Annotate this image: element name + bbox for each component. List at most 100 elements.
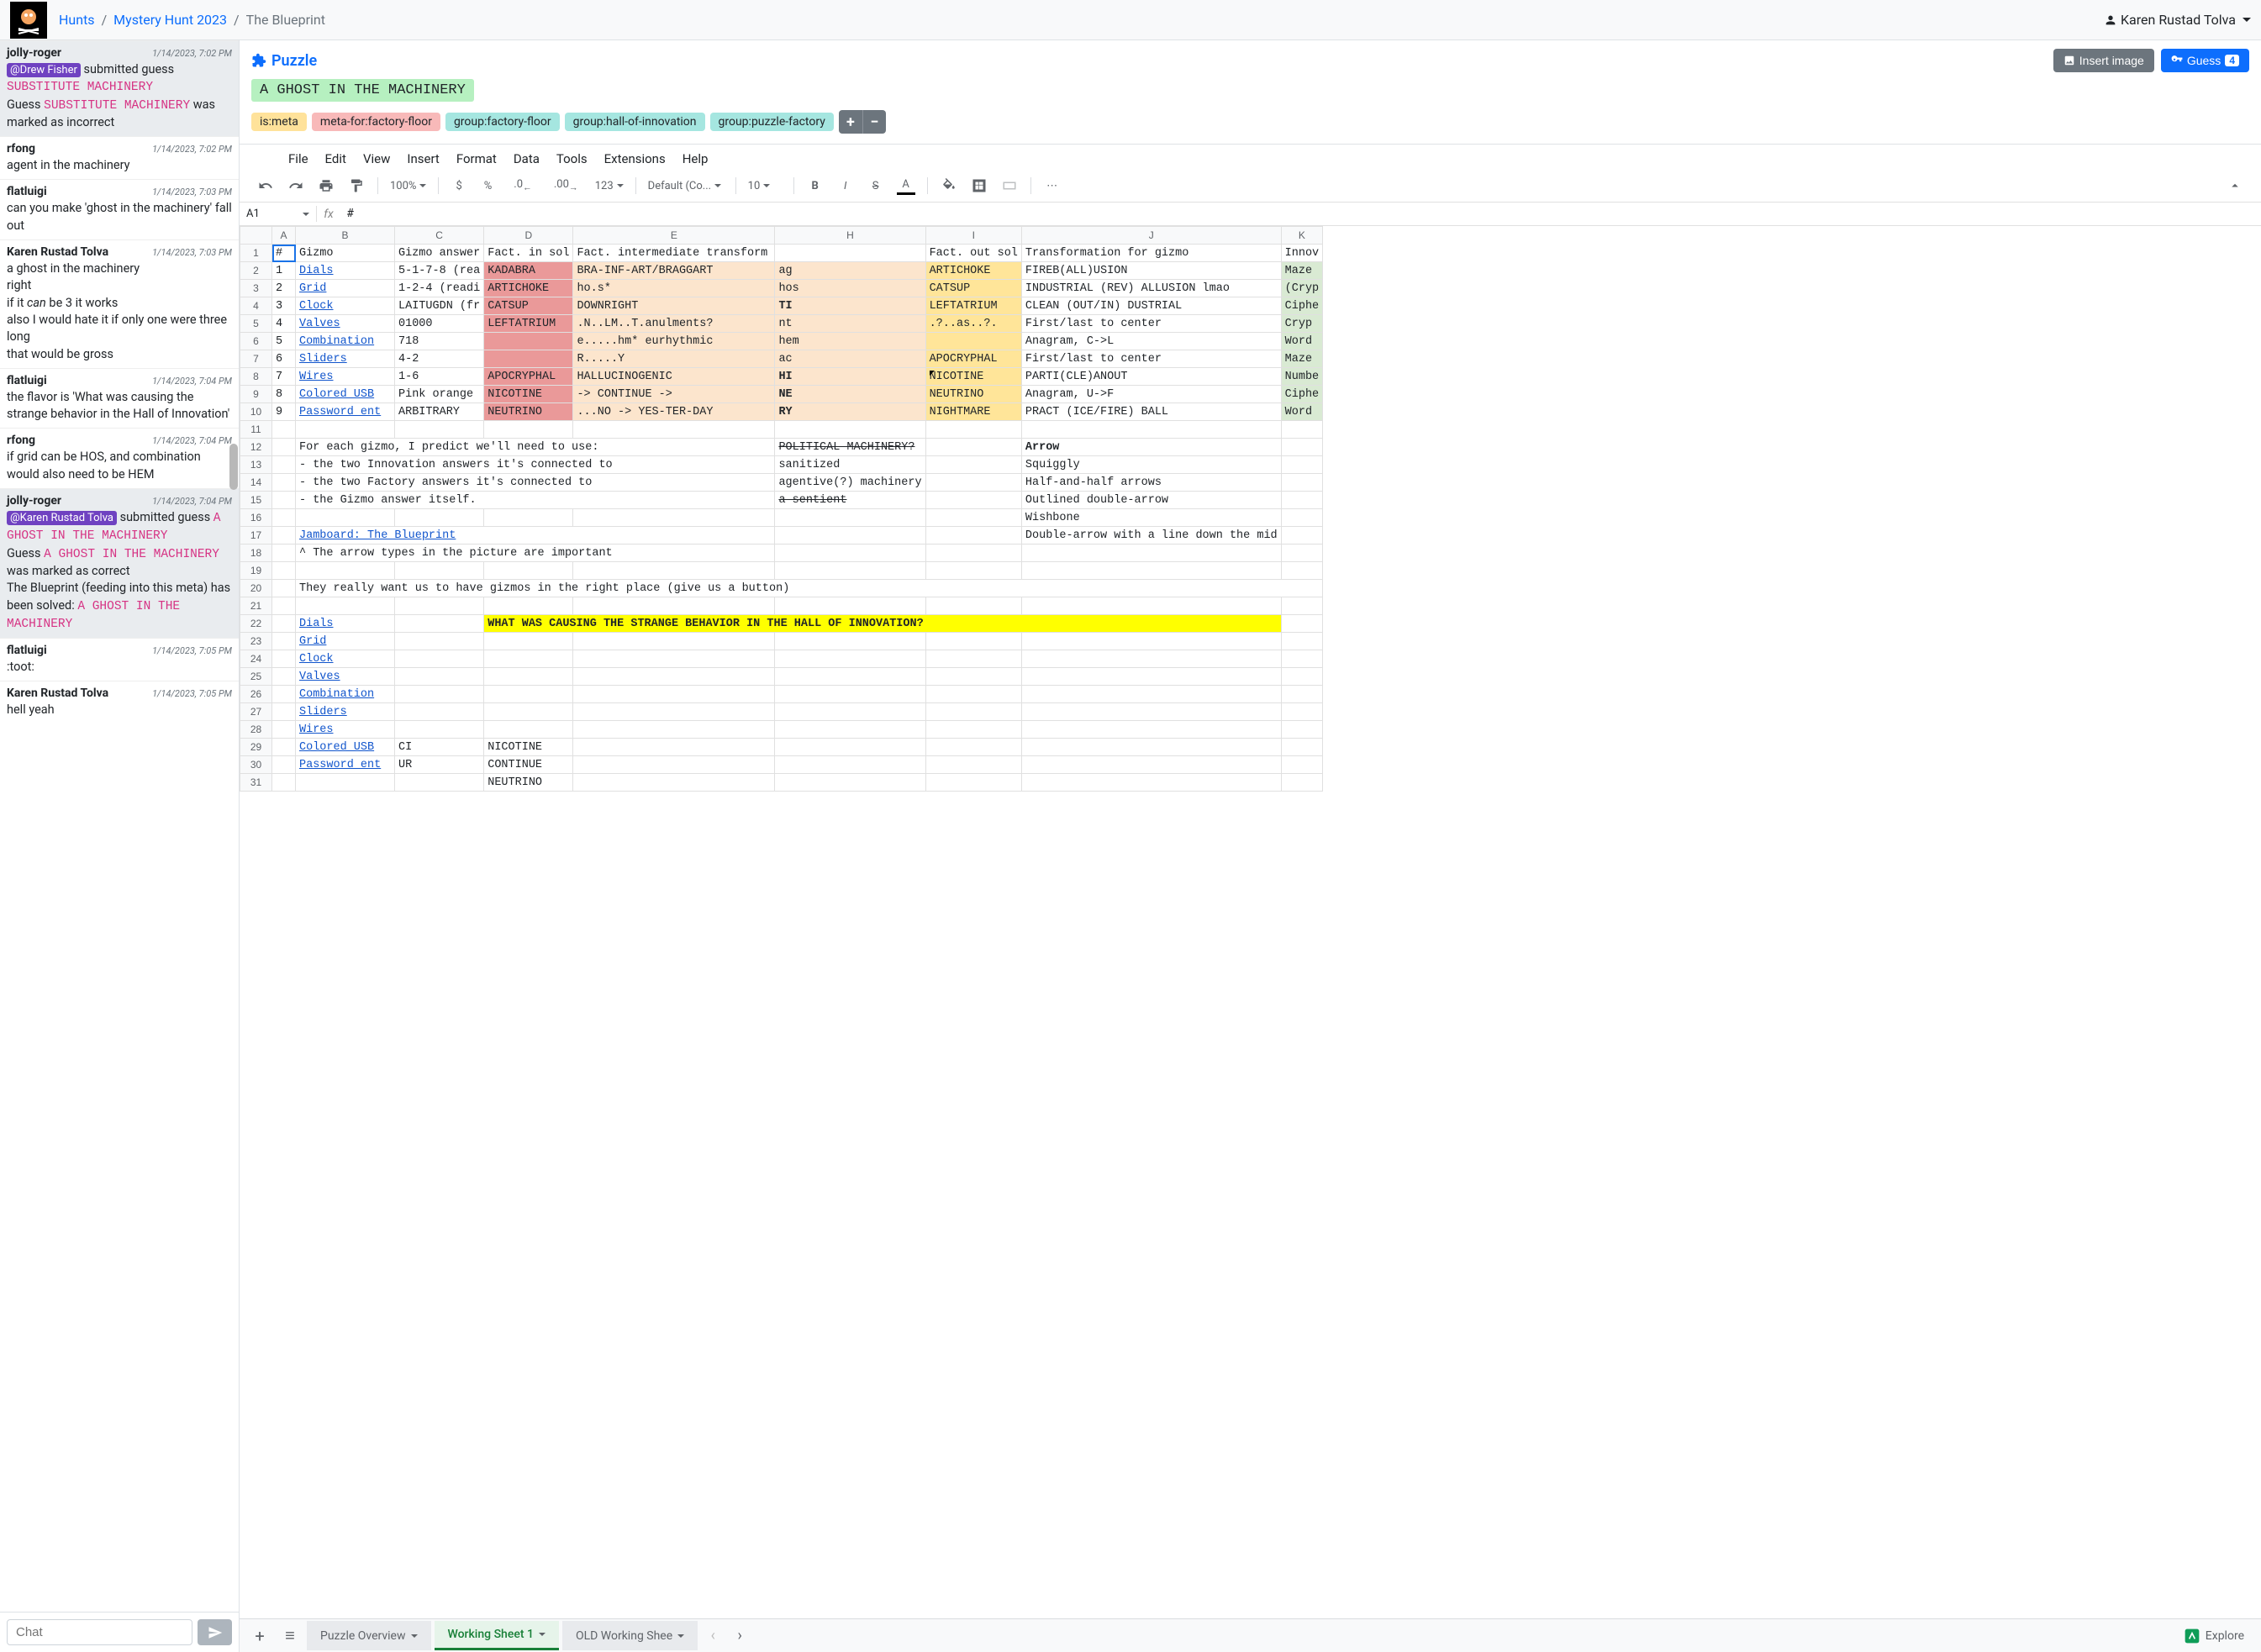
cell[interactable] xyxy=(272,774,296,792)
cell[interactable] xyxy=(484,668,573,686)
cell[interactable]: -> CONTINUE -> xyxy=(573,386,775,403)
cell[interactable] xyxy=(395,721,484,739)
menu-help[interactable]: Help xyxy=(683,151,709,166)
cell-link[interactable]: Combination xyxy=(299,335,374,348)
cell[interactable]: - the two Factory answers it's connected… xyxy=(296,474,775,492)
tab-nav-right[interactable]: › xyxy=(728,1627,751,1644)
row-header[interactable]: 8 xyxy=(240,368,272,386)
cell[interactable]: 9 xyxy=(272,403,296,421)
cell[interactable] xyxy=(484,562,573,580)
cell[interactable]: Wires xyxy=(296,721,395,739)
cell[interactable] xyxy=(1021,721,1281,739)
row-header[interactable]: 11 xyxy=(240,421,272,439)
cell[interactable]: HI xyxy=(775,368,925,386)
cell-link[interactable]: Password ent xyxy=(299,759,381,771)
row-header[interactable]: 20 xyxy=(240,580,272,597)
cell[interactable]: ...NO -> YES-TER-DAY xyxy=(573,403,775,421)
tag[interactable]: meta-for:factory-floor xyxy=(312,113,440,131)
cell[interactable] xyxy=(395,562,484,580)
cell[interactable] xyxy=(272,668,296,686)
cell[interactable]: R.....Y xyxy=(573,350,775,368)
cell[interactable]: CATSUP xyxy=(925,280,1021,297)
collapse-toolbar-button[interactable] xyxy=(2226,176,2244,195)
row-header[interactable]: 14 xyxy=(240,474,272,492)
font-dropdown[interactable]: Default (Co... xyxy=(648,180,724,192)
cell[interactable] xyxy=(272,474,296,492)
more-button[interactable]: ⋯ xyxy=(1043,176,1062,195)
cell[interactable]: Anagram, C->L xyxy=(1021,333,1281,350)
cell[interactable]: Maze xyxy=(1281,262,1323,280)
cell[interactable]: PRACT (ICE/FIRE) BALL xyxy=(1021,403,1281,421)
cell[interactable]: Pink orange xyxy=(395,386,484,403)
cell[interactable] xyxy=(1021,703,1281,721)
cell[interactable]: Half-and-half arrows xyxy=(1021,474,1281,492)
cell-link[interactable]: Clock xyxy=(299,300,334,313)
explore-button[interactable]: Explore xyxy=(2174,1628,2254,1644)
cell[interactable] xyxy=(1281,615,1323,633)
cell[interactable] xyxy=(395,703,484,721)
chat-send-button[interactable] xyxy=(198,1619,232,1645)
menu-insert[interactable]: Insert xyxy=(407,151,439,166)
cell[interactable] xyxy=(775,774,925,792)
formula-input[interactable]: # xyxy=(340,206,2261,222)
cell[interactable]: FIREB(ALL)USION xyxy=(1021,262,1281,280)
cell[interactable]: LAITUGDN (fr xyxy=(395,297,484,315)
add-sheet-button[interactable]: + xyxy=(246,1626,273,1646)
chat-messages[interactable]: jolly-roger1/14/2023, 7:02 PM@Drew Fishe… xyxy=(0,40,239,1612)
cell[interactable] xyxy=(925,456,1021,474)
cell[interactable]: Jamboard: The Blueprint xyxy=(296,527,775,545)
row-header[interactable]: 9 xyxy=(240,386,272,403)
cell[interactable] xyxy=(272,545,296,562)
redo-button[interactable] xyxy=(287,176,305,195)
cell[interactable] xyxy=(775,421,925,439)
puzzle-title[interactable]: Puzzle xyxy=(251,52,317,70)
cell[interactable]: PARTI(CLE)ANOUT xyxy=(1021,368,1281,386)
cell[interactable] xyxy=(573,721,775,739)
cell[interactable] xyxy=(395,774,484,792)
cell[interactable] xyxy=(272,633,296,650)
cell[interactable]: NIGHTMARE xyxy=(925,403,1021,421)
cell[interactable] xyxy=(925,739,1021,756)
cell[interactable] xyxy=(775,668,925,686)
column-header[interactable]: K xyxy=(1281,227,1323,245)
cell[interactable]: First/last to center xyxy=(1021,315,1281,333)
row-header[interactable]: 19 xyxy=(240,562,272,580)
cell[interactable]: CLEAN (OUT/IN) DUSTRIAL xyxy=(1021,297,1281,315)
cell[interactable] xyxy=(296,562,395,580)
cell[interactable] xyxy=(296,509,395,527)
row-header[interactable]: 15 xyxy=(240,492,272,509)
tab-nav-left[interactable]: ‹ xyxy=(701,1627,725,1644)
cell[interactable] xyxy=(272,456,296,474)
cell[interactable] xyxy=(1281,668,1323,686)
paint-format-button[interactable] xyxy=(347,176,366,195)
row-header[interactable]: 18 xyxy=(240,545,272,562)
cell[interactable] xyxy=(1021,650,1281,668)
cell[interactable]: First/last to center xyxy=(1021,350,1281,368)
cell[interactable] xyxy=(1281,474,1323,492)
cell[interactable] xyxy=(1281,545,1323,562)
format-dec-decrease[interactable]: .0← xyxy=(509,176,537,195)
cell[interactable]: 2 xyxy=(272,280,296,297)
cell[interactable]: Maze xyxy=(1281,350,1323,368)
user-menu[interactable]: Karen Rustad Tolva xyxy=(2104,12,2251,28)
cell[interactable] xyxy=(1281,456,1323,474)
row-header[interactable]: 4 xyxy=(240,297,272,315)
cell[interactable]: Fact. in sol xyxy=(484,245,573,262)
cell[interactable] xyxy=(1021,597,1281,615)
cell[interactable]: APOCRYPHAL xyxy=(484,368,573,386)
cell[interactable] xyxy=(925,633,1021,650)
cell[interactable] xyxy=(1021,633,1281,650)
cell[interactable] xyxy=(1281,439,1323,456)
scrollbar-thumb[interactable] xyxy=(229,444,238,490)
cell[interactable]: NEUTRINO xyxy=(484,774,573,792)
merge-button[interactable] xyxy=(1000,176,1019,195)
cell[interactable]: Grid xyxy=(296,633,395,650)
row-header[interactable]: 17 xyxy=(240,527,272,545)
cell[interactable]: Numbe xyxy=(1281,368,1323,386)
cell[interactable] xyxy=(925,474,1021,492)
column-header[interactable]: I xyxy=(925,227,1021,245)
cell[interactable]: Ciphe xyxy=(1281,386,1323,403)
cell[interactable]: LEFTATRIUM xyxy=(484,315,573,333)
row-header[interactable]: 29 xyxy=(240,739,272,756)
cell[interactable] xyxy=(573,668,775,686)
